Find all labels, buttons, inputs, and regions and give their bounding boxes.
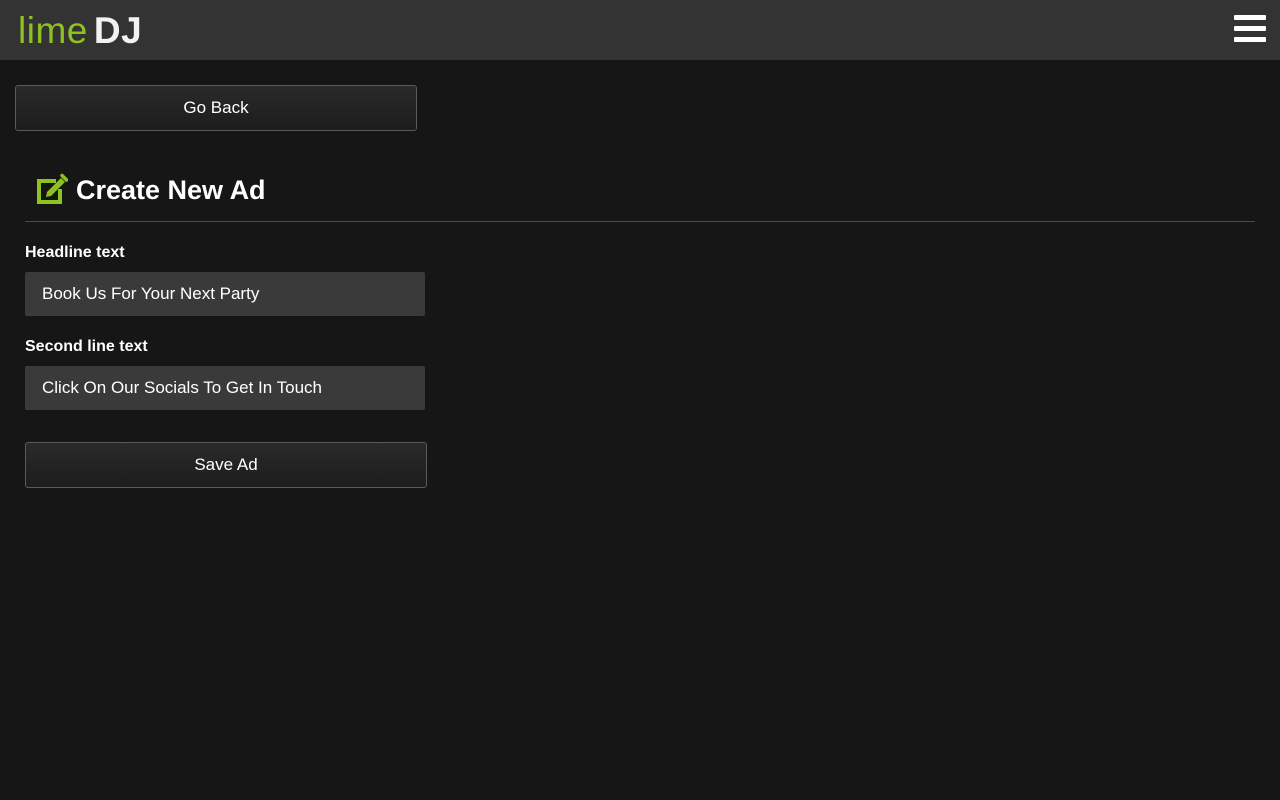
top-bar: lime DJ bbox=[0, 0, 1280, 60]
logo-dj-text: DJ bbox=[93, 10, 143, 51]
edit-icon bbox=[37, 173, 68, 204]
save-ad-button[interactable]: Save Ad bbox=[25, 442, 427, 488]
menu-bar-line bbox=[1234, 37, 1266, 42]
section-header: Create New Ad bbox=[34, 170, 266, 210]
headline-input[interactable] bbox=[25, 272, 425, 316]
header-divider bbox=[25, 221, 1255, 222]
logo-lime-text: lime bbox=[18, 10, 88, 51]
second-line-label: Second line text bbox=[25, 338, 148, 355]
menu-bar-line bbox=[1234, 26, 1266, 31]
menu-bar-line bbox=[1234, 15, 1266, 20]
headline-label: Headline text bbox=[25, 244, 125, 261]
app-logo[interactable]: lime DJ bbox=[18, 9, 142, 53]
page-title: Create New Ad bbox=[76, 174, 266, 205]
second-line-input[interactable] bbox=[25, 366, 425, 410]
hamburger-menu-icon[interactable] bbox=[1234, 14, 1266, 44]
go-back-button[interactable]: Go Back bbox=[15, 85, 417, 131]
